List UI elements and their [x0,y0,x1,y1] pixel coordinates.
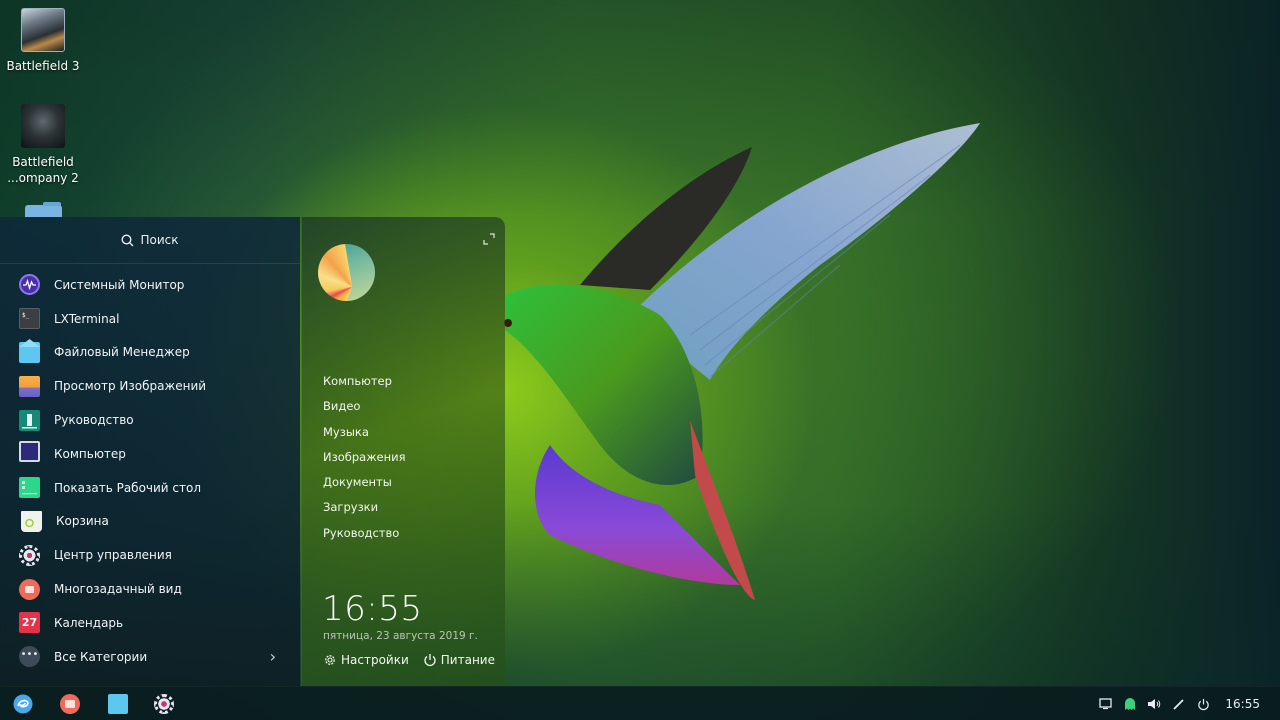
search-icon [121,233,134,246]
all-categories-label: Все Категории [54,649,148,664]
launcher-clock: 16:55 [322,589,423,629]
app-item-image-viewer[interactable]: Просмотр Изображений [0,369,300,403]
ghost-tray-button[interactable] [1117,697,1142,711]
app-item-label: Компьютер [54,446,126,461]
place-documents[interactable]: Документы [323,470,406,495]
desktop-icon-battlefield-bad-company-2[interactable]: Battlefield ...ompany 2 [0,104,86,186]
app-item-label: Показать Рабочий стол [54,480,202,495]
app-item-label: Просмотр Изображений [54,379,207,394]
shutdown-icon [1197,698,1209,710]
notification-button[interactable] [1093,698,1118,710]
app-item-calendar[interactable]: 27 Календарь [0,606,300,640]
launcher-app-pane: Поиск Системный Монитор $_ LXTerminal Фа… [0,217,300,686]
system-monitor-icon [19,274,40,296]
app-item-show-desktop[interactable]: Показать Рабочий стол [0,471,300,505]
app-item-label: Многозадачный вид [54,582,182,597]
desktop-icon-label-line2: ...ompany 2 [7,171,79,185]
expand-fullscreen-icon[interactable] [483,233,495,245]
power-label: Питание [440,653,495,667]
launcher-icon[interactable] [13,694,33,714]
desktop-icon-label-line1: Battlefield [12,155,74,169]
desktop-icon-label: Battlefield ...ompany 2 [0,154,86,186]
notification-icon [1099,698,1112,710]
dock: 16:55 [0,686,1280,720]
place-music[interactable]: Музыка [323,420,406,445]
trash-icon [21,510,42,532]
ghost-icon [1124,698,1135,710]
pen-tray-button[interactable] [1166,698,1191,711]
app-item-lxterminal[interactable]: $_ LXTerminal [0,302,300,336]
pen-icon [1173,698,1184,710]
chevron-right-icon: › [269,647,276,667]
battlefield-3-icon [21,8,65,52]
more-dots-icon: ••• [19,646,40,668]
file-manager-icon [19,341,40,363]
app-item-computer[interactable]: Компьютер [0,437,300,471]
desktop-folder-icon[interactable] [25,202,62,217]
launcher-side-pane: Компьютер Видео Музыка Изображения Докум… [301,217,505,686]
user-avatar[interactable] [318,244,375,301]
svg-text:$_: $_ [22,312,30,319]
image-viewer-icon [19,375,40,397]
app-item-label: Календарь [54,615,124,630]
settings-label: Настройки [341,653,409,667]
volume-button[interactable] [1142,698,1167,710]
app-item-label: Системный Монитор [54,277,185,292]
app-item-label: Центр управления [54,548,172,563]
show-desktop-icon [19,477,40,499]
wallpaper-hummingbird [504,123,980,600]
places-list: Компьютер Видео Музыка Изображения Докум… [323,369,406,546]
desktop-icon-battlefield-3[interactable]: Battlefield 3 [0,8,86,74]
multitask-view-icon[interactable] [60,694,80,714]
control-center-icon[interactable] [154,694,174,714]
control-center-icon [19,544,40,566]
app-item-trash[interactable]: Корзина [0,505,300,539]
desktop-icon-label: Battlefield 3 [6,59,80,73]
place-videos[interactable]: Видео [323,394,406,419]
terminal-icon: $_ [19,308,40,330]
app-item-label: LXTerminal [54,311,120,326]
calendar-icon: 27 [19,612,40,634]
app-item-manual[interactable]: Руководство [0,403,300,437]
battlefield-bad-company-2-icon [21,104,65,148]
shutdown-button[interactable] [1191,698,1216,711]
app-item-label: Файловый Менеджер [54,345,190,360]
system-tray: 16:55 [1093,687,1280,720]
launcher-menu: Поиск Системный Монитор $_ LXTerminal Фа… [0,217,505,686]
all-categories-button[interactable]: ••• Все Категории › [0,640,300,674]
app-item-multitask-view[interactable]: Многозадачный вид [0,572,300,606]
multitask-view-icon [19,578,40,600]
place-pictures[interactable]: Изображения [323,445,406,470]
power-icon [424,654,436,667]
place-downloads[interactable]: Загрузки [323,495,406,520]
power-button[interactable]: Питание [423,653,495,667]
gear-icon [325,655,335,665]
manual-icon [19,409,40,431]
file-manager-icon[interactable] [108,694,128,714]
computer-icon [19,441,40,463]
app-item-file-manager[interactable]: Файловый Менеджер [0,336,300,370]
search-input[interactable]: Поиск [0,217,300,264]
app-item-system-monitor[interactable]: Системный Монитор [0,268,300,302]
settings-button[interactable]: Настройки [323,653,409,667]
app-item-label: Корзина [56,514,109,529]
app-list: Системный Монитор $_ LXTerminal Файловый… [0,268,300,674]
launcher-actions: Настройки Питание [323,653,495,667]
place-manual[interactable]: Руководство [323,521,406,546]
launcher-date: пятница, 23 августа 2019 г. [323,630,478,642]
app-item-label: Руководство [54,413,134,428]
volume-icon [1148,699,1161,709]
app-item-control-center[interactable]: Центр управления [0,538,300,572]
place-computer[interactable]: Компьютер [323,369,406,394]
tray-clock[interactable]: 16:55 [1225,697,1260,711]
search-placeholder: Поиск [140,233,179,247]
